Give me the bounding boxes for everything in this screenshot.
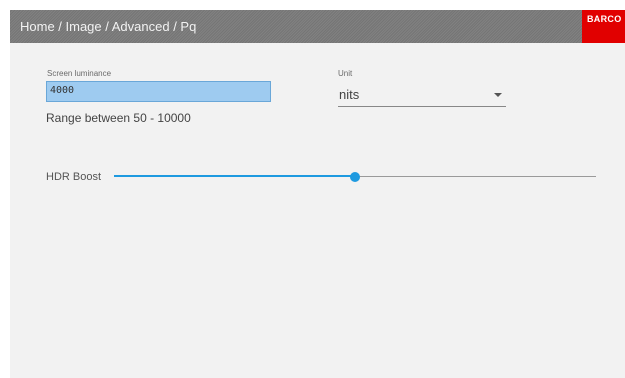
screen-luminance-label: Screen luminance	[47, 69, 112, 78]
app-screen: Home / Image / Advanced / Pq BARCO Scree…	[10, 10, 625, 378]
slider-fill	[114, 175, 355, 177]
unit-dropdown[interactable]: nits	[338, 87, 506, 107]
breadcrumb[interactable]: Home / Image / Advanced / Pq	[20, 19, 196, 34]
barco-logo: BARCO	[582, 10, 625, 43]
screen-luminance-input[interactable]: 4000	[46, 81, 271, 102]
range-hint: Range between 50 - 10000	[46, 111, 191, 125]
header-bar: Home / Image / Advanced / Pq BARCO	[10, 10, 625, 43]
caret-down-icon	[494, 93, 502, 97]
hdr-boost-slider[interactable]	[114, 170, 596, 184]
unit-label: Unit	[338, 69, 353, 78]
slider-thumb[interactable]	[350, 172, 360, 182]
hdr-boost-label: HDR Boost	[46, 171, 102, 183]
logo-text: BARCO	[587, 14, 622, 24]
unit-selected-value: nits	[339, 87, 360, 102]
